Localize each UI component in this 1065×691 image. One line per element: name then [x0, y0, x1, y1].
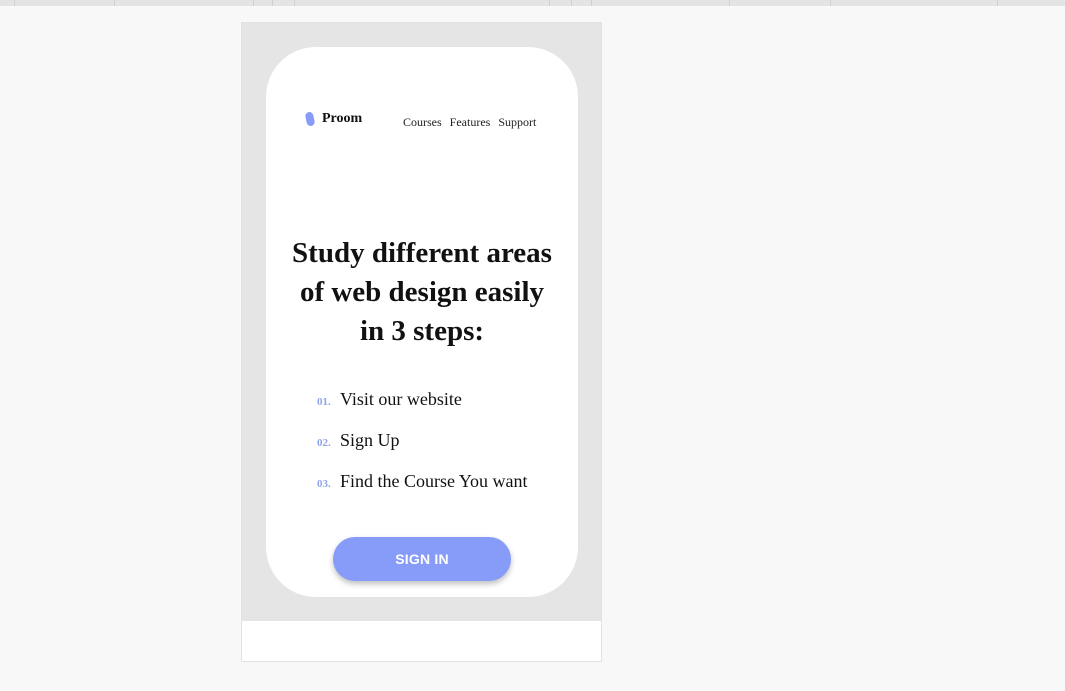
landing-card: Proom Courses Features Support Study dif…	[266, 47, 578, 597]
steps-list: 01. Visit our website 02. Sign Up 03. Fi…	[317, 389, 528, 512]
step-number: 01.	[317, 396, 331, 408]
step-item: 01. Visit our website	[317, 389, 528, 430]
ruler-tick	[294, 0, 295, 6]
device-preview: Proom Courses Features Support Study dif…	[241, 22, 602, 662]
ruler-tick	[114, 0, 115, 6]
step-item: 02. Sign Up	[317, 430, 528, 471]
top-ruler	[0, 0, 1065, 6]
ruler-tick	[830, 0, 831, 6]
ruler-tick	[997, 0, 998, 6]
headline-line: Study different areas	[292, 237, 552, 269]
ruler-tick	[253, 0, 254, 6]
ruler-tick	[14, 0, 15, 6]
hero-headline: Study different areas of web design easi…	[266, 234, 578, 351]
ruler-tick	[571, 0, 572, 6]
step-number: 03.	[317, 478, 331, 490]
nav-link-features[interactable]: Features	[450, 115, 491, 130]
nav-link-support[interactable]: Support	[498, 115, 536, 130]
ruler-tick	[729, 0, 730, 6]
brand-logo[interactable]: Proom	[304, 111, 363, 127]
headline-line: in 3 steps:	[359, 315, 485, 347]
ruler-tick	[272, 0, 273, 6]
step-item: 03. Find the Course You want	[317, 471, 528, 512]
droplet-logo-icon	[304, 111, 316, 127]
sign-in-button[interactable]: SIGN IN	[333, 537, 511, 581]
step-text: Visit our website	[340, 389, 462, 409]
step-text: Find the Course You want	[340, 471, 528, 491]
brand-name: Proom	[322, 111, 363, 126]
step-number: 02.	[317, 437, 331, 449]
top-nav: Courses Features Support	[403, 115, 536, 130]
ruler-tick	[549, 0, 550, 6]
step-text: Sign Up	[340, 430, 400, 450]
headline-line: of web design easily	[299, 276, 545, 308]
ruler-tick	[591, 0, 592, 6]
nav-link-courses[interactable]: Courses	[403, 115, 442, 130]
